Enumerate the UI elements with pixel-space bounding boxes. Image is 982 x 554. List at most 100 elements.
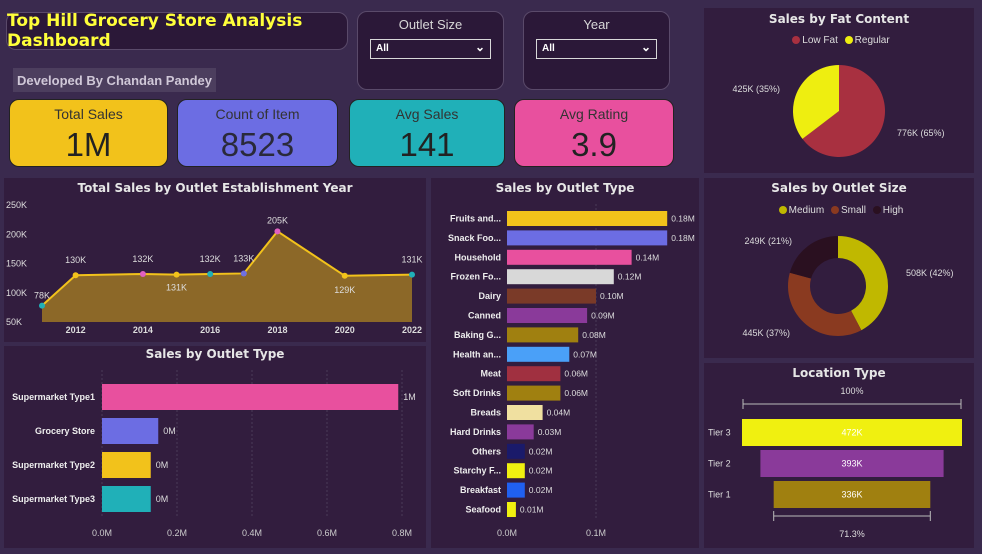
bar [507,482,525,498]
location-type-panel: Location Type 100% Tier 3 472K Tier 2 393K Ti… [704,363,974,548]
data-label: 78K [34,291,50,301]
year-slicer: Year All ⌄ [523,11,670,90]
dashboard-title: Top Hill Grocery Store Analysis Dashboar… [6,11,348,51]
kpi-count-of-item: Count of Item 8523 [177,99,338,167]
data-point [72,272,79,279]
kpi-label: Count of Item [215,106,300,122]
data-label: 249K (21%) [744,236,792,246]
pie-slice [788,272,862,336]
x-tick-label: 0.8M [392,528,412,538]
y-tick-label: 150K [6,259,27,269]
data-point [39,302,45,309]
data-label: 131K [166,283,187,293]
kpi-label: Avg Rating [559,106,629,122]
fat-pie-chart: 776K (65%) 425K (35%) [732,65,945,157]
x-tick-label: 0.6M [317,528,337,538]
data-label: 0.06M [564,369,588,379]
bar [102,384,399,410]
data-label: 0.08M [582,330,606,340]
bar [507,463,525,479]
x-tick-label: 0.4M [242,528,262,538]
data-label: 0.06M [564,388,588,398]
category-label: Frozen Fo... [451,272,502,282]
data-label: 0.02M [529,446,553,456]
data-label: 133K [233,253,254,263]
bar [507,269,614,285]
category-label: Supermarket Type3 [12,494,95,504]
data-label: 0.03M [538,427,562,437]
bar [507,385,561,401]
kpi-avg-rating: Avg Rating 3.9 [514,99,674,167]
data-label: 393K [841,459,862,469]
bar [507,502,516,517]
bar [102,452,151,478]
data-point [341,272,348,279]
data-label: 0.09M [591,311,615,321]
data-label: 0.18M [671,233,695,243]
kpi-label: Avg Sales [395,106,459,122]
data-label: 205K [267,215,288,225]
top-percent-label: 100% [840,386,863,396]
outlet-size-value: All [376,43,389,54]
data-point [139,271,146,278]
outlet-type-bar-chart: 0.0M 0.2M 0.4M 0.6M 0.8M Supermarket Type1 1M G… [12,370,416,538]
kpi-value: 8523 [220,126,295,163]
category-label: Tier 1 [708,490,731,500]
bar [507,424,534,440]
chevron-down-icon: ⌄ [474,40,485,54]
data-label: 0.10M [600,291,624,301]
data-label: 0.18M [671,214,695,224]
category-label: Others [472,446,501,456]
data-label: 0M [156,460,169,470]
data-point [240,270,247,277]
data-label: 1M [403,392,416,402]
data-label: 336K [841,490,862,500]
kpi-value: 141 [399,126,455,163]
fat-content-panel: Sales by Fat Content Low Fat Regular 776… [704,8,974,173]
chevron-down-icon: ⌄ [640,40,651,54]
bar [507,308,588,323]
data-point [274,228,281,235]
y-tick-label: 50K [6,317,22,327]
bar [102,486,151,512]
bar [507,366,561,382]
x-tick-label: 0.0M [497,528,517,538]
outlet-size-dropdown[interactable]: All ⌄ [370,39,491,59]
category-label: Breakfast [460,485,501,495]
bottom-percent-label: 71.3% [839,529,865,539]
data-label: 776K (65%) [897,128,945,138]
category-label: Starchy F... [453,466,501,476]
area-chart: 50K 100K 150K 200K 250K 2012 2014 2016 2018 2020 2… [6,200,423,335]
data-label: 0.01M [520,505,544,515]
x-tick-label: 2012 [66,325,86,335]
data-label: 508K (42%) [906,268,954,278]
developer-credit: Developed By Chandan Pandey [13,68,216,92]
item-type-bar-chart: 0.0M 0.1M Fruits and... 0.18M Snack Foo... 0.… [448,204,695,538]
bar [507,288,596,304]
category-label: Snack Foo... [448,233,501,243]
data-label: 0.02M [529,485,553,495]
data-point [173,271,180,278]
x-tick-label: 2016 [200,325,220,335]
year-dropdown[interactable]: All ⌄ [536,39,657,59]
data-label: 425K (35%) [732,84,780,94]
data-point [207,271,214,278]
data-label: 131K [401,255,422,265]
bar [507,249,632,265]
bar [507,230,668,246]
bar [507,405,543,420]
data-label: 0.12M [618,272,642,282]
y-tick-label: 100K [6,288,27,298]
x-tick-label: 0.0M [92,528,112,538]
category-label: Household [455,252,502,262]
data-label: 0M [163,426,176,436]
category-label: Grocery Store [35,426,95,436]
establishment-year-panel: Total Sales by Outlet Establishment Year… [4,178,426,342]
category-label: Fruits and... [450,214,501,224]
x-tick-label: 2014 [133,325,153,335]
data-label: 0.04M [547,408,571,418]
area-fill [42,231,412,322]
category-label: Breads [470,408,501,418]
category-label: Supermarket Type1 [12,392,95,402]
bar [102,418,159,444]
